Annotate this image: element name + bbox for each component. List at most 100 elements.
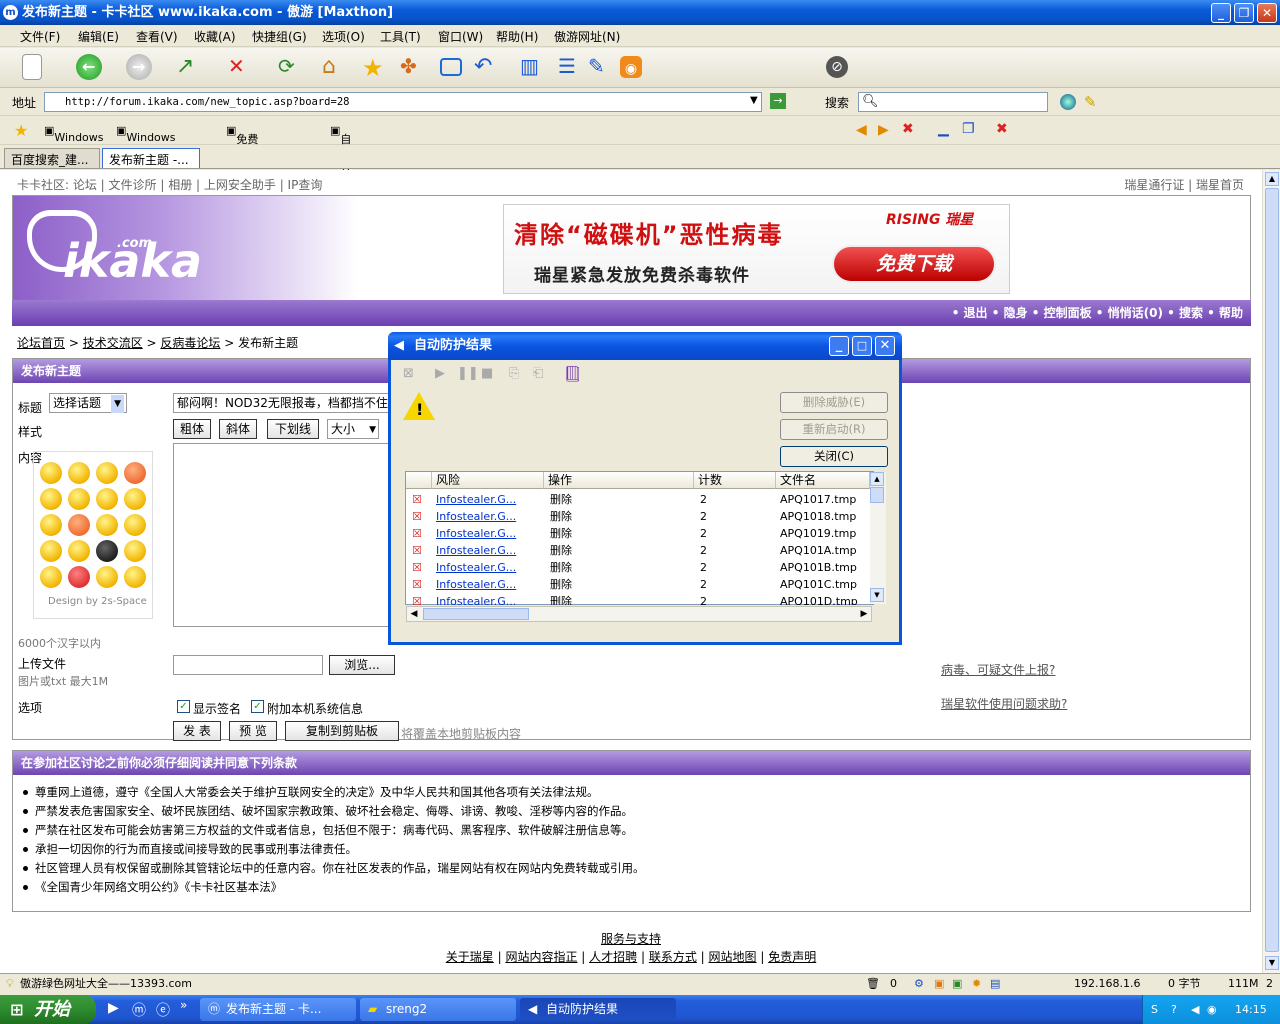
url-input[interactable]: http://forum.ikaka.com/new_topic.asp?boa… — [44, 92, 762, 112]
menu-tools[interactable]: 工具(T) — [380, 28, 421, 45]
tab-new-topic[interactable]: 发布新主题 -... — [102, 148, 200, 168]
highlight-icon[interactable]: ✎ — [1084, 93, 1097, 111]
emoticon-icon[interactable] — [96, 514, 118, 536]
topic-select[interactable]: 选择话题 ▼ — [49, 393, 127, 413]
service-link[interactable]: 服务与支持 — [601, 932, 661, 946]
size-select[interactable]: 大小 ▼ — [327, 419, 379, 439]
minimize-button[interactable]: _ — [1211, 3, 1231, 23]
preview-button[interactable]: 预 览 — [229, 721, 277, 741]
delete-threat-button[interactable]: 删除威胁(E) — [780, 392, 888, 413]
grid-scroll-thumb[interactable] — [870, 487, 884, 503]
emoticon-icon[interactable] — [124, 540, 146, 562]
emoticon-icon[interactable] — [40, 566, 62, 588]
task-browser[interactable]: ⓜ 发布新主题 - 卡... — [200, 998, 356, 1021]
dialog-maximize-button[interactable]: □ — [852, 336, 872, 356]
book-icon[interactable]: 📕︎ — [563, 365, 582, 383]
emoticon-icon[interactable] — [124, 514, 146, 536]
emoticon-icon[interactable] — [40, 488, 62, 510]
menu-view[interactable]: 查看(V) — [136, 28, 178, 45]
upload-file-input[interactable] — [173, 655, 323, 675]
forward-icon[interactable]: → — [126, 54, 152, 80]
threat-row[interactable]: ☒ Infostealer.G... 删除 2 APQ1018.tmp — [406, 508, 870, 525]
status-image-icon[interactable]: ▤ — [990, 974, 1000, 994]
emoticon-icon[interactable] — [96, 488, 118, 510]
emoticon-icon[interactable] — [40, 540, 62, 562]
grid-scroll-up-icon[interactable]: ▲ — [870, 472, 884, 486]
url-dropdown-icon[interactable]: ▼ — [750, 95, 758, 106]
crumb-home[interactable]: 论坛首页 — [17, 336, 65, 350]
quicklaunch-media-icon[interactable]: ▶ — [108, 1000, 119, 1016]
restart-button[interactable]: 重新启动(R) — [780, 419, 888, 440]
back-icon[interactable]: ← — [76, 54, 102, 80]
tray-help-icon[interactable]: ? — [1171, 995, 1177, 1024]
browse-button[interactable]: 浏览... — [329, 655, 395, 675]
emoticon-icon[interactable] — [40, 462, 62, 484]
crumb-antivirus[interactable]: 反病毒论坛 — [160, 336, 220, 350]
globe-icon[interactable] — [1060, 94, 1076, 110]
footer-link-sitemap[interactable]: 网站地图 — [709, 950, 757, 964]
emoticon-icon[interactable] — [124, 566, 146, 588]
link-windows[interactable]: ▣ Windows — [44, 124, 104, 144]
tab-restore-icon[interactable]: ❐ — [962, 121, 975, 137]
menu-sites[interactable]: 傲游网址(N) — [554, 28, 620, 45]
threat-row[interactable]: ☒ Infostealer.G... 删除 2 APQ101D.tmp — [406, 593, 870, 605]
status-tool-icon[interactable]: ⚙ — [914, 974, 924, 994]
threat-row[interactable]: ☒ Infostealer.G... 删除 2 APQ1019.tmp — [406, 525, 870, 542]
top-nav-left[interactable]: 卡卡社区: 论坛 | 文件诊所 | 相册 | 上网安全助手 | IP查询 — [17, 176, 322, 193]
maximize-button[interactable]: ❐ — [1234, 3, 1254, 23]
favorites-star-icon[interactable]: ★ — [362, 54, 388, 82]
status-shield-icon[interactable]: ▣ — [952, 974, 962, 994]
threat-row[interactable]: ☒ Infostealer.G... 删除 2 APQ101B.tmp — [406, 559, 870, 576]
report-virus-link[interactable]: 病毒、可疑文件上报? — [941, 661, 1055, 678]
pause-icon[interactable]: ❚❚ — [457, 366, 479, 381]
grid-hscroll[interactable]: ◀ ▶ — [406, 606, 872, 622]
import-icon[interactable]: ⎗ — [533, 366, 543, 381]
scroll-thumb[interactable] — [1265, 188, 1279, 952]
footer-link-contact[interactable]: 联系方式 — [649, 950, 697, 964]
rule-item[interactable]: 《全国青少年网络文明公约》《卡卡社区基本法》 — [13, 878, 1250, 897]
emoticon-icon[interactable] — [40, 514, 62, 536]
groups-icon[interactable]: ✤ — [400, 54, 426, 80]
threat-name[interactable]: Infostealer.G... — [436, 525, 516, 542]
threat-name[interactable]: Infostealer.G... — [436, 542, 516, 559]
emoticon-icon[interactable] — [96, 566, 118, 588]
footer-link-jobs[interactable]: 人才招聘 — [589, 950, 637, 964]
columns-icon[interactable]: ▥ — [520, 54, 546, 80]
menu-groups[interactable]: 快捷组(G) — [252, 28, 307, 45]
scroll-down-icon[interactable]: ▼ — [1265, 956, 1279, 970]
window-icon[interactable] — [440, 58, 462, 76]
link-hotmail[interactable]: ▣ 免费 Hotmail — [226, 124, 279, 160]
emoticon-icon[interactable] — [68, 566, 90, 588]
menu-file[interactable]: 文件(F) — [20, 28, 60, 45]
clock[interactable]: 14:15 — [1235, 995, 1267, 1024]
play-icon[interactable]: ▶ — [435, 366, 445, 381]
search-input[interactable]: 🔍︎ — [858, 92, 1048, 112]
tray-rising-icon[interactable]: ◉ — [1207, 995, 1217, 1024]
threat-name[interactable]: Infostealer.G... — [436, 491, 516, 508]
col-action[interactable]: 操作 — [544, 472, 694, 489]
footer-link-disclaimer[interactable]: 免责声明 — [768, 950, 816, 964]
col-risk[interactable]: 风险 — [432, 472, 544, 489]
show-signature-checkbox[interactable]: ✓ — [177, 700, 190, 713]
ad-banner[interactable]: 清除“磁碟机”恶性病毒 RISING 瑞星 瑞星紧急发放免费杀毒软件 免费下载 — [503, 204, 1010, 294]
top-nav-right[interactable]: 瑞星通行证 | 瑞星首页 — [1124, 176, 1244, 193]
quicklaunch-ie-icon[interactable]: ⓔ — [156, 1000, 170, 1020]
emoticon-icon[interactable] — [68, 488, 90, 510]
status-proxy-icon[interactable]: ▣ — [934, 974, 944, 994]
list-icon[interactable]: ☰ — [558, 54, 584, 80]
rss-icon[interactable]: ◉ — [620, 56, 642, 78]
col-filename[interactable]: 文件名 — [776, 472, 870, 489]
content-textarea[interactable] — [173, 443, 395, 627]
dialog-close-button[interactable]: ✕ — [875, 336, 895, 356]
help-link[interactable]: 瑞星软件使用问题求助? — [941, 695, 1067, 712]
stop-icon[interactable]: ■ — [481, 366, 493, 381]
bold-button[interactable]: 粗体 — [173, 419, 211, 439]
crumb-tech[interactable]: 技术交流区 — [83, 336, 143, 350]
grid-vscroll[interactable]: ▲ ▼ — [870, 472, 886, 604]
emoticon-icon[interactable] — [68, 462, 90, 484]
refresh-icon[interactable]: ⟳ — [278, 54, 304, 80]
status-sun-icon[interactable]: ✹ — [972, 974, 981, 994]
tab-closeall-icon[interactable]: ✖ — [996, 121, 1008, 137]
tab-close-icon[interactable]: ✖ — [902, 121, 914, 137]
emoticon-icon[interactable] — [96, 540, 118, 562]
